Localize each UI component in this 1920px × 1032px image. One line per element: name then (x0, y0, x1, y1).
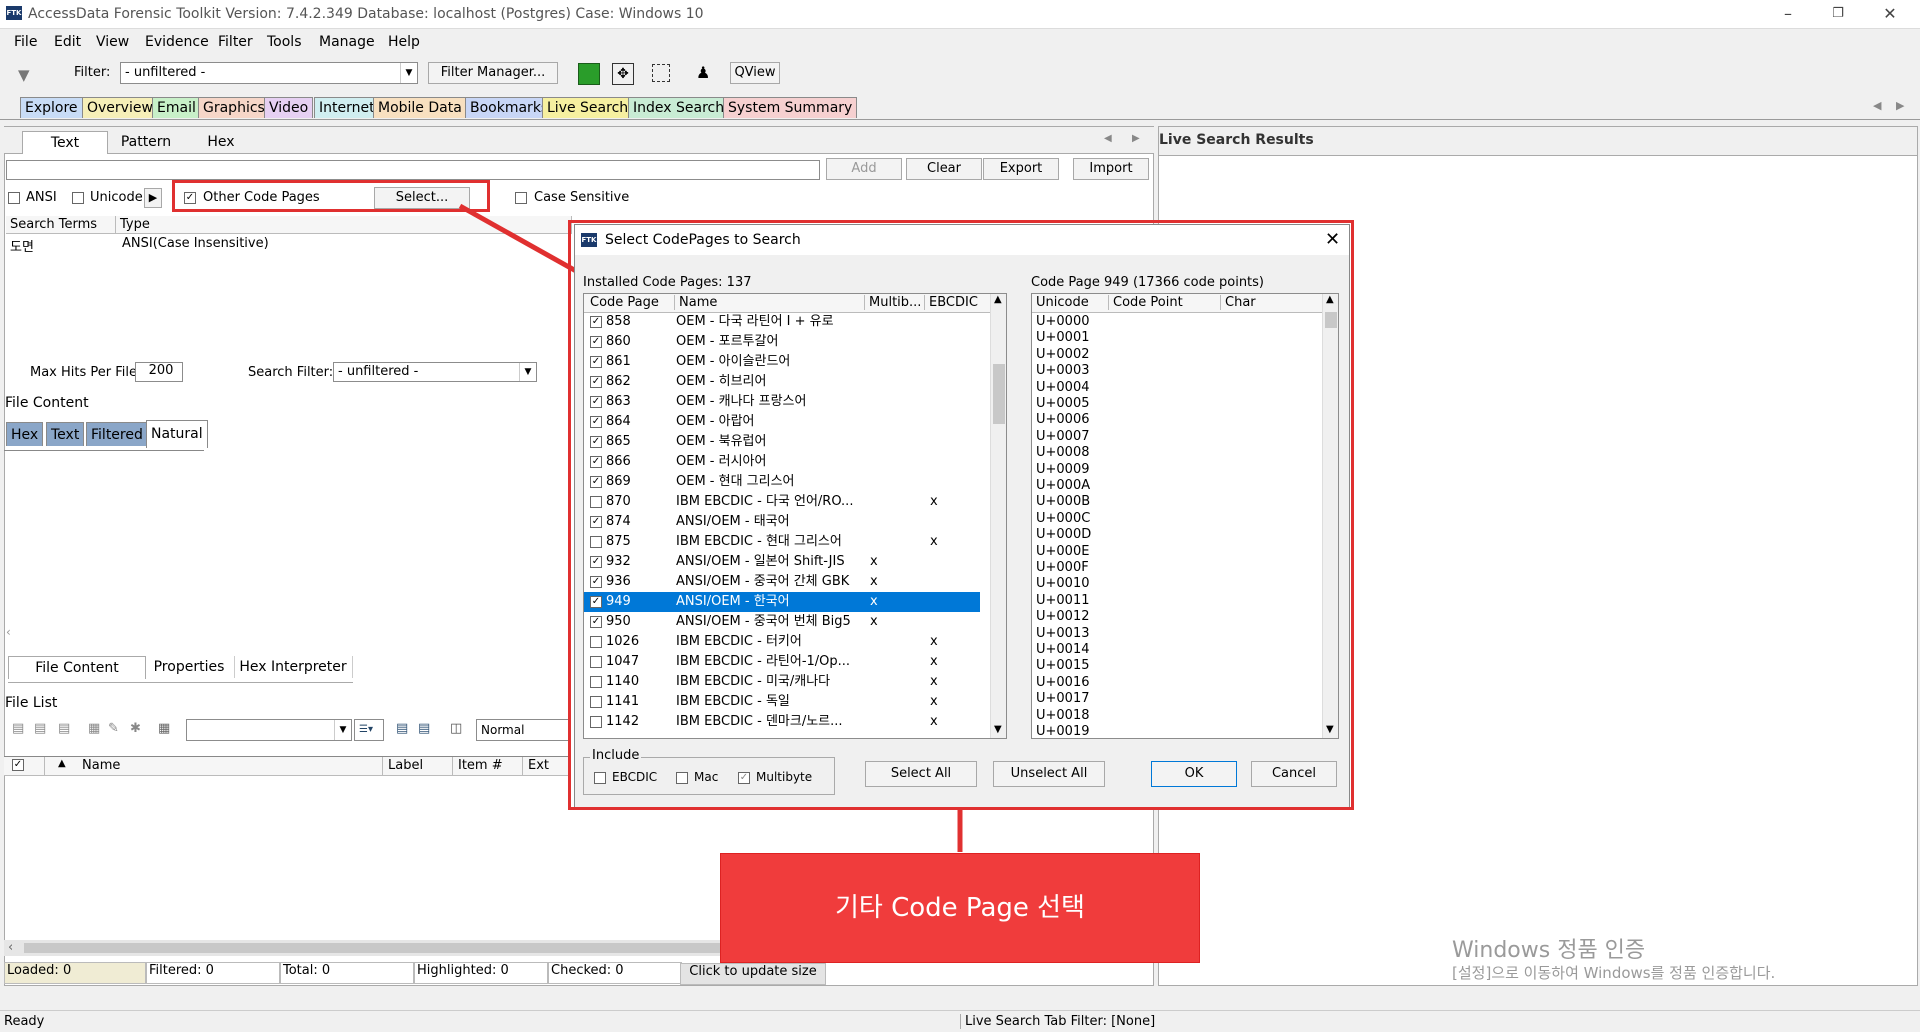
dialog-highlight-frame (568, 220, 1354, 810)
callout-box: 기타 Code Page 선택 (720, 853, 1200, 963)
